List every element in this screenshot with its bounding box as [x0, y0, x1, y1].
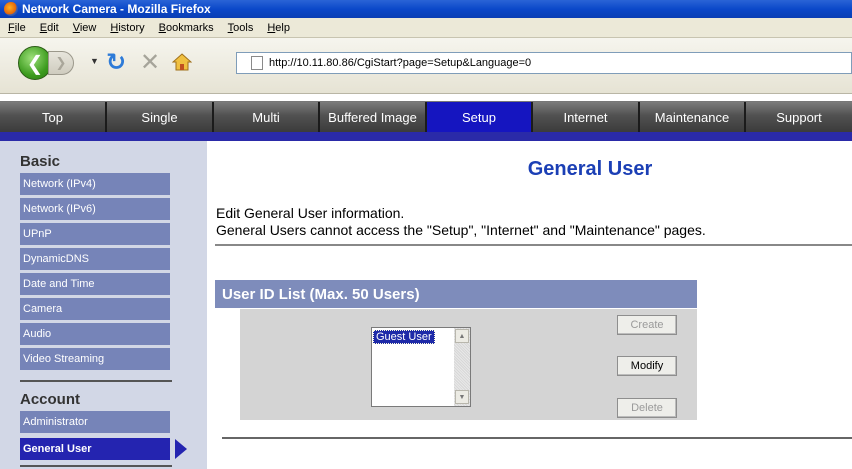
home-icon[interactable] [172, 52, 192, 72]
tab-label: Buffered Image [328, 109, 417, 125]
user-id-listbox[interactable]: Guest User ▲ ▼ [371, 327, 471, 407]
user-list-header: User ID List (Max. 50 Users) [215, 280, 697, 308]
menu-help[interactable]: Help [267, 22, 290, 34]
tab-buffered-image[interactable]: Buffered Image [320, 102, 427, 132]
list-option-guest-user[interactable]: Guest User [373, 330, 435, 344]
menu-file[interactable]: File [8, 22, 26, 34]
sidebar-heading-account: Account [20, 391, 80, 408]
history-dropdown-icon[interactable]: ▼ [90, 56, 99, 66]
menu-bookmarks[interactable]: Bookmarks [159, 22, 214, 34]
sidebar-divider [20, 380, 172, 382]
tab-label: Multi [252, 109, 280, 125]
page-title: General User [527, 158, 653, 180]
reload-icon[interactable]: ↻ [106, 48, 126, 77]
tab-setup[interactable]: Setup [427, 102, 533, 132]
tab-multi[interactable]: Multi [214, 102, 320, 132]
create-button[interactable]: Create [617, 315, 677, 335]
tab-single[interactable]: Single [107, 102, 214, 132]
sidebar-item-audio[interactable]: Audio [20, 323, 170, 345]
sidebar-item-camera[interactable]: Camera [20, 298, 170, 320]
firefox-logo-icon [4, 2, 18, 16]
sidebar-item-video-streaming[interactable]: Video Streaming [20, 348, 170, 370]
menu-view[interactable]: View [73, 22, 97, 34]
listbox-scrollbar[interactable]: ▲ ▼ [454, 328, 470, 406]
delete-button[interactable]: Delete [617, 398, 677, 418]
tab-maintenance[interactable]: Maintenance [640, 102, 746, 132]
sidebar-item-general-user[interactable]: General User [20, 438, 170, 460]
section-divider [215, 244, 852, 246]
address-bar[interactable] [236, 52, 852, 74]
tab-label: Single [141, 109, 178, 125]
tab-label: Setup [462, 109, 496, 125]
description-line-2: General Users cannot access the "Setup",… [216, 222, 706, 238]
url-input[interactable] [269, 57, 851, 69]
scroll-up-icon[interactable]: ▲ [455, 329, 469, 343]
back-arrow-icon: ❮ [26, 52, 44, 75]
menu-bar: File Edit View History Bookmarks Tools H… [0, 18, 852, 38]
sidebar: Basic Network (IPv4) Network (IPv6) UPnP… [0, 141, 207, 469]
menu-edit[interactable]: Edit [40, 22, 59, 34]
active-pointer-icon [175, 439, 187, 459]
sidebar-item-date-and-time[interactable]: Date and Time [20, 273, 170, 295]
modify-button[interactable]: Modify [617, 356, 677, 376]
tab-label: Top [42, 109, 63, 125]
tab-top[interactable]: Top [0, 102, 107, 132]
tab-label: Maintenance [654, 109, 730, 125]
forward-arrow-icon: ❯ [55, 55, 67, 70]
sidebar-item-network-ipv4[interactable]: Network (IPv4) [20, 173, 170, 195]
sidebar-item-network-ipv6[interactable]: Network (IPv6) [20, 198, 170, 220]
tab-underline [0, 132, 852, 141]
tab-label: Internet [563, 109, 608, 125]
menu-history[interactable]: History [110, 22, 144, 34]
navigation-toolbar: ❮ ❯ ▼ ↻ ✕ [0, 38, 852, 94]
bottom-divider [222, 437, 852, 439]
forward-button[interactable]: ❯ [48, 51, 74, 75]
window-title: Network Camera - Mozilla Firefox [22, 2, 211, 16]
window-titlebar: Network Camera - Mozilla Firefox [0, 0, 852, 18]
page-icon [251, 56, 263, 70]
scroll-down-icon[interactable]: ▼ [455, 390, 469, 404]
tab-support[interactable]: Support [746, 102, 852, 132]
tab-label: Support [776, 109, 822, 125]
stop-icon[interactable]: ✕ [140, 48, 160, 77]
description-line-1: Edit General User information. [216, 205, 405, 221]
tab-internet[interactable]: Internet [533, 102, 640, 132]
sidebar-heading-basic: Basic [20, 153, 61, 170]
sidebar-item-dynamicdns[interactable]: DynamicDNS [20, 248, 170, 270]
menu-tools[interactable]: Tools [228, 22, 254, 34]
back-button[interactable]: ❮ [18, 46, 52, 80]
main-tab-bar: Top Single Multi Buffered Image Setup In… [0, 101, 852, 132]
sidebar-item-administrator[interactable]: Administrator [20, 411, 170, 433]
sidebar-divider-bottom [20, 465, 172, 467]
sidebar-item-upnp[interactable]: UPnP [20, 223, 170, 245]
